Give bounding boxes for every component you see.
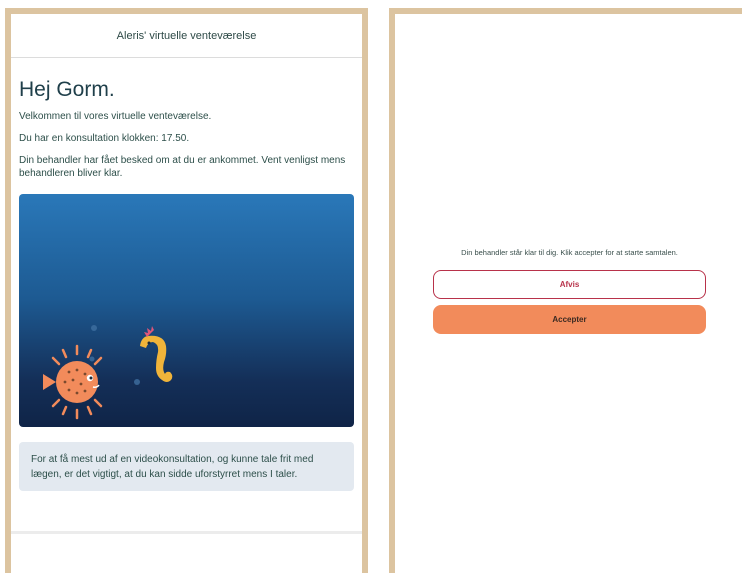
bubble-icon	[89, 356, 95, 362]
accept-button-label: Accepter	[552, 315, 587, 324]
waiting-room-header: Aleris' virtuelle venteværelse	[11, 14, 362, 58]
appointment-text: Du har en konsultation klokken: 17.50.	[19, 133, 190, 144]
bubble-icon	[134, 379, 140, 385]
call-prompt-panel: Din behandler står klar til dig. Klik ac…	[389, 8, 742, 573]
welcome-text: Velkommen til vores virtuelle venteværel…	[19, 111, 212, 122]
waiting-room-panel: Aleris' virtuelle venteværelse Hej Gorm.…	[5, 8, 368, 573]
ready-message: Din behandler står klar til dig. Klik ac…	[461, 248, 678, 257]
notice-text: Din behandler har fået besked om at du e…	[19, 155, 346, 179]
header-title: Aleris' virtuelle venteværelse	[116, 29, 257, 42]
reject-button[interactable]: Afvis	[433, 270, 706, 299]
info-text: For at få mest ud af en videokonsultatio…	[31, 454, 314, 480]
accept-button[interactable]: Accepter	[433, 305, 706, 334]
aquarium-animation	[19, 194, 354, 427]
waiting-room-content: Hej Gorm. Velkommen til vores virtuelle …	[19, 78, 354, 189]
footer-divider	[11, 531, 362, 534]
info-box: For at få mest ud af en videokonsultatio…	[19, 442, 354, 491]
greeting-heading: Hej Gorm.	[19, 78, 115, 101]
seahorse-icon	[140, 326, 173, 382]
reject-button-label: Afvis	[559, 280, 580, 289]
bubble-icon	[91, 325, 97, 331]
